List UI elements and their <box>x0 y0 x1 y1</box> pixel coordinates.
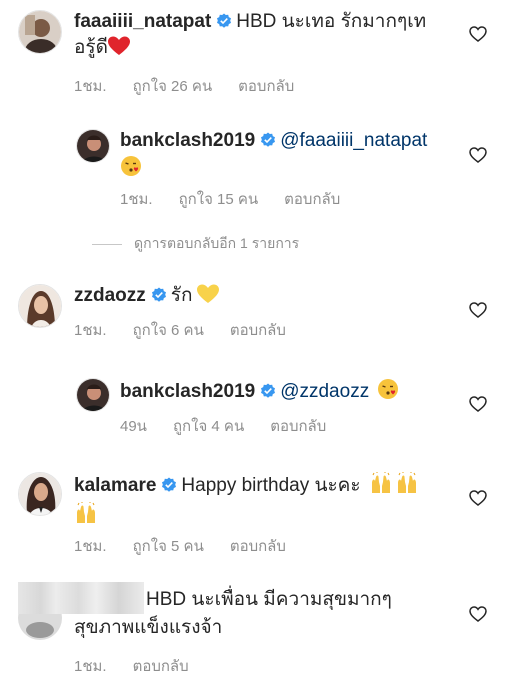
verified-badge-icon <box>261 383 276 398</box>
reply-button[interactable]: ตอบกลับ <box>133 658 189 675</box>
avatar[interactable] <box>76 378 110 412</box>
like-heart-icon[interactable] <box>469 147 487 163</box>
view-more-replies[interactable]: ดูการตอบกลับอีก 1 รายการ <box>92 233 299 255</box>
redacted-username <box>18 582 144 614</box>
comment-username[interactable]: faaaiiii_natapat <box>74 11 211 32</box>
comment-text: รัก <box>170 285 193 306</box>
comment-time: 1ชม. <box>74 322 107 339</box>
verified-badge-icon <box>151 287 166 302</box>
comment-username[interactable]: kalamare <box>74 475 156 496</box>
comment-username[interactable]: zzdaozz <box>74 285 146 306</box>
like-count[interactable]: ถูกใจ 15 คน <box>179 191 259 208</box>
like-count[interactable]: ถูกใจ 6 คน <box>133 322 204 339</box>
like-heart-icon[interactable] <box>469 490 487 506</box>
comment-time: 49น <box>120 418 147 435</box>
comment-text-continued: สุขภาพแข็งแรงจ้า <box>74 617 223 638</box>
avatar[interactable] <box>18 284 62 328</box>
like-count[interactable]: ถูกใจ 4 คน <box>173 418 244 435</box>
mention-link[interactable]: @zzdaozz <box>280 381 369 402</box>
view-more-replies-label[interactable]: ดูการตอบกลับอีก 1 รายการ <box>134 233 299 255</box>
like-heart-icon[interactable] <box>469 606 487 622</box>
kissing-face-emoji-icon <box>121 156 141 176</box>
verified-badge-icon <box>162 477 177 492</box>
comment-text: Happy birthday นะคะ <box>181 475 361 496</box>
like-heart-icon[interactable] <box>469 302 487 318</box>
comment-time: 1ชม. <box>120 191 153 208</box>
comment-text: HBD นะเพื่อน มีความสุขมากๆ <box>146 589 392 610</box>
reply-button[interactable]: ตอบกลับ <box>238 78 294 95</box>
verified-badge-icon <box>261 132 276 147</box>
comment-text-continued: อรู้ดี <box>74 37 108 58</box>
yellow-heart-emoji-icon <box>196 284 219 303</box>
like-count[interactable]: ถูกใจ 26 คน <box>133 78 213 95</box>
raising-hands-emoji-icon <box>397 472 416 493</box>
divider <box>92 243 122 245</box>
comment-time: 1ชม. <box>74 538 107 555</box>
reply-button[interactable]: ตอบกลับ <box>270 418 326 435</box>
kissing-face-emoji-icon <box>378 379 399 399</box>
comment-time: 1ชม. <box>74 78 107 95</box>
reply-button[interactable]: ตอบกลับ <box>284 191 340 208</box>
red-heart-emoji-icon <box>107 36 130 55</box>
like-heart-icon[interactable] <box>469 26 487 42</box>
verified-badge-icon <box>217 13 232 28</box>
like-count[interactable]: ถูกใจ 5 คน <box>133 538 204 555</box>
avatar[interactable] <box>18 472 62 516</box>
comment-username[interactable]: bankclash2019 <box>120 381 255 402</box>
raising-hands-emoji-icon <box>77 502 95 523</box>
avatar[interactable] <box>18 10 62 54</box>
avatar[interactable] <box>76 129 110 163</box>
comment-text: HBD นะเทอ รักมากๆเท <box>236 11 427 32</box>
like-heart-icon[interactable] <box>469 396 487 412</box>
raising-hands-emoji-icon <box>371 472 390 493</box>
reply-button[interactable]: ตอบกลับ <box>230 322 286 339</box>
comments-panel: faaaiiii_natapat HBD นะเทอ รักมากๆเท อรู้… <box>0 0 517 696</box>
comment-time: 1ชม. <box>74 658 107 675</box>
mention-link[interactable]: @faaaiiii_natapat <box>280 130 427 151</box>
comment-username[interactable]: bankclash2019 <box>120 130 255 151</box>
reply-button[interactable]: ตอบกลับ <box>230 538 286 555</box>
